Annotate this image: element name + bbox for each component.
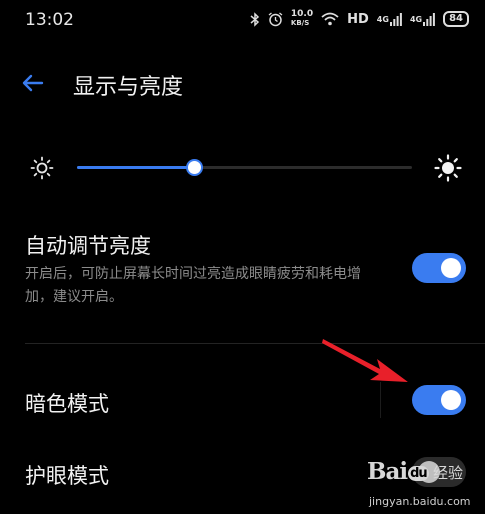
brightness-slider-fill — [77, 166, 195, 169]
brightness-slider-row — [0, 148, 485, 188]
dark-mode-toggle[interactable] — [412, 385, 466, 415]
brightness-high-icon — [434, 154, 462, 186]
back-arrow-icon — [22, 74, 44, 92]
status-bar: 13:02 10.0 KB/S HD 4G 4G 84 — [0, 0, 485, 40]
hd-indicator: HD — [347, 11, 369, 27]
network-speed: 10.0 KB/S — [291, 10, 313, 28]
network-speed-unit: KB/S — [290, 19, 310, 27]
brightness-low-icon — [30, 156, 54, 184]
baidu-jingyan-watermark: Bai du 经验 jingyan.baidu.com — [365, 452, 485, 514]
top-app-bar: 显示与亮度 — [0, 60, 485, 106]
battery-indicator: 84 — [443, 11, 469, 27]
auto-brightness-title: 自动调节亮度 — [25, 234, 151, 258]
section-divider — [25, 343, 485, 344]
network-speed-value: 10.0 — [290, 9, 314, 19]
brightness-slider[interactable] — [77, 159, 412, 176]
status-time: 13:02 — [25, 10, 74, 30]
signal-1-label: 4G — [376, 14, 389, 24]
jingyan-label: 经验 — [433, 464, 464, 482]
auto-brightness-toggle[interactable] — [412, 253, 466, 283]
watermark-url: jingyan.baidu.com — [369, 495, 471, 508]
auto-brightness-description: 开启后，可防止屏幕长时间过亮造成眼睛疲劳和耗电增加，建议开启。 — [25, 266, 361, 305]
status-icons: 10.0 KB/S HD 4G 4G 84 — [250, 9, 469, 29]
brightness-slider-thumb[interactable] — [186, 159, 204, 176]
eye-comfort-title: 护眼模式 — [25, 464, 109, 488]
page-title: 显示与亮度 — [73, 75, 184, 100]
baidu-logo-du: du — [408, 465, 429, 481]
alarm-icon — [268, 11, 283, 27]
dark-mode-title: 暗色模式 — [25, 392, 109, 416]
signal-icon-2: 4G — [409, 12, 435, 26]
annotation-arrow-icon — [320, 335, 410, 394]
baidu-logo: Bai du — [367, 458, 430, 485]
bluetooth-icon — [250, 11, 260, 27]
back-button[interactable] — [18, 68, 52, 98]
wifi-icon — [321, 12, 339, 26]
signal-icon-1: 4G — [376, 12, 402, 26]
toggle-knob — [441, 390, 461, 410]
signal-2-label: 4G — [409, 14, 423, 24]
baidu-logo-text: Bai — [367, 458, 408, 485]
toggle-knob — [441, 258, 461, 278]
